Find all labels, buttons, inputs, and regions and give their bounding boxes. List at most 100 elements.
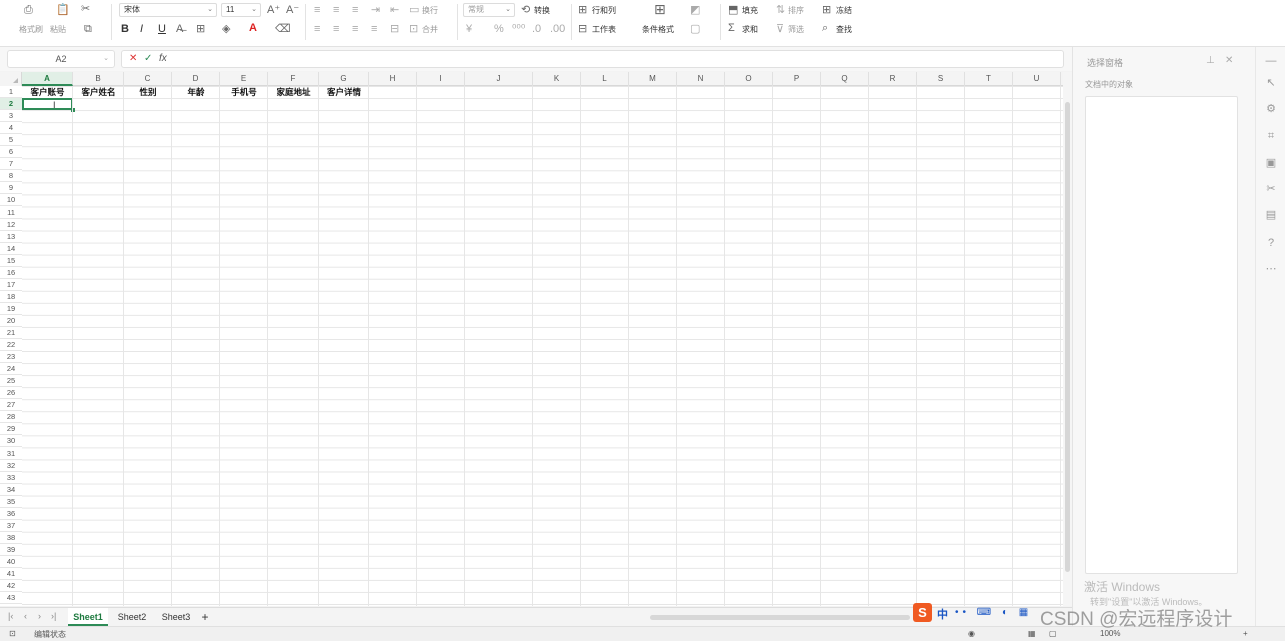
row-header[interactable]: 3 (0, 110, 22, 123)
column-header[interactable]: L (581, 72, 629, 86)
header-cell[interactable]: 家庭地址 (268, 86, 319, 98)
table-style-icon[interactable]: ▢ (690, 23, 700, 35)
cancel-icon[interactable]: ✕ (129, 53, 137, 64)
row-header[interactable]: 37 (0, 520, 22, 532)
strikethrough-icon[interactable]: A̶ (176, 23, 183, 35)
help-icon[interactable]: ? (1264, 237, 1278, 249)
cut-icon[interactable]: ✂ (81, 3, 90, 15)
wrap-label[interactable]: 换行 (422, 5, 438, 16)
column-header[interactable]: E (220, 72, 268, 86)
row-header[interactable]: 12 (0, 219, 22, 231)
row-header[interactable]: 33 (0, 472, 22, 484)
column-header[interactable]: O (725, 72, 773, 86)
row-header[interactable]: 22 (0, 339, 22, 352)
first-sheet-icon[interactable]: |‹ (8, 611, 13, 621)
font-size-select[interactable]: 11 ⌄ (221, 3, 261, 17)
ime-logo-icon[interactable]: S (913, 603, 932, 622)
column-header[interactable]: A (22, 72, 73, 86)
vertical-scrollbar[interactable] (1063, 72, 1072, 606)
conditional-format-label[interactable]: 条件格式 (642, 24, 674, 35)
selected-cell[interactable] (22, 98, 75, 112)
column-header[interactable]: I (417, 72, 465, 86)
row-header[interactable]: 34 (0, 484, 22, 496)
header-cell[interactable]: 客户详情 (319, 86, 369, 98)
row-header[interactable]: 24 (0, 363, 22, 376)
row-header[interactable]: 8 (0, 170, 22, 183)
font-color-icon[interactable]: A (249, 22, 257, 34)
increase-decimal-icon[interactable]: .0 (532, 23, 541, 35)
conditional-format-icon[interactable]: ⊞ (654, 2, 666, 16)
indent-icon[interactable]: ⇥ (371, 4, 380, 16)
border-icon[interactable]: ⊞ (196, 23, 205, 35)
adjust-icon[interactable]: ⚙ (1264, 103, 1278, 115)
column-header[interactable]: B (73, 72, 124, 86)
row-header[interactable]: 31 (0, 448, 22, 460)
pane-title[interactable]: 选择窗格 (1087, 56, 1123, 69)
merge-label[interactable]: 合并 (422, 24, 438, 35)
row-header[interactable]: 4 (0, 122, 22, 135)
sheet-tab[interactable]: Sheet1 (68, 608, 108, 626)
row-header[interactable]: 42 (0, 580, 22, 593)
align-bottom-icon[interactable]: ≡ (352, 4, 358, 16)
select-all-corner[interactable] (0, 72, 22, 86)
row-header[interactable]: 36 (0, 508, 22, 520)
row-header[interactable]: 39 (0, 544, 22, 556)
row-header[interactable]: 21 (0, 327, 22, 339)
filter-label[interactable]: 筛选 (788, 24, 804, 35)
worksheet-label[interactable]: 工作表 (592, 24, 616, 35)
underline-button[interactable]: U (158, 23, 166, 35)
outdent-icon[interactable]: ⇤ (390, 4, 399, 16)
row-header[interactable]: 15 (0, 255, 22, 267)
row-header[interactable]: 40 (0, 556, 22, 568)
paste-icon[interactable]: 📋 (56, 4, 70, 16)
wrap-icon[interactable]: ▭ (409, 4, 419, 16)
decrease-decimal-icon[interactable]: .00 (550, 23, 565, 35)
last-sheet-icon[interactable]: ›| (51, 611, 56, 621)
objects-list[interactable] (1085, 96, 1238, 574)
freeze-icon[interactable]: ⊞ (822, 4, 831, 16)
sum-icon[interactable]: Σ (728, 22, 735, 34)
decrease-font-icon[interactable]: A⁻ (286, 4, 299, 16)
ime-language[interactable]: 中 (937, 606, 948, 622)
currency-icon[interactable]: ¥ (466, 23, 472, 35)
row-header[interactable]: 9 (0, 182, 22, 195)
find-label[interactable]: 查找 (836, 24, 852, 35)
row-header[interactable]: 35 (0, 496, 22, 508)
row-header[interactable]: 27 (0, 399, 22, 412)
row-header[interactable]: 25 (0, 375, 22, 388)
align-left-icon[interactable]: ≡ (314, 23, 320, 35)
column-header[interactable]: H (369, 72, 417, 86)
sheet-tab[interactable]: Sheet2 (112, 608, 152, 626)
row-header[interactable]: 16 (0, 267, 22, 279)
row-header[interactable]: 23 (0, 351, 22, 364)
row-header[interactable]: 29 (0, 423, 22, 436)
row-header[interactable]: 18 (0, 291, 22, 303)
header-cell[interactable]: 手机号 (220, 86, 268, 98)
more-icon[interactable]: ⋯ (1264, 263, 1278, 275)
prev-sheet-icon[interactable]: ‹ (24, 611, 27, 621)
scroll-thumb[interactable] (1065, 102, 1070, 572)
distribute-icon[interactable]: ⊟ (390, 23, 399, 35)
tools-icon[interactable]: ✂ (1264, 183, 1278, 195)
row-header[interactable]: 6 (0, 146, 22, 159)
row-header[interactable]: 1 (0, 86, 22, 98)
align-top-icon[interactable]: ≡ (314, 4, 320, 16)
column-header[interactable]: S (917, 72, 965, 86)
zoom-in-icon[interactable]: + (1243, 629, 1248, 638)
row-header[interactable]: 7 (0, 158, 22, 171)
increase-font-icon[interactable]: A⁺ (267, 4, 280, 16)
find-icon[interactable]: ⌕ (822, 22, 828, 34)
row-col-icon[interactable]: ⊞ (578, 4, 587, 16)
add-sheet-button[interactable]: + (198, 608, 212, 626)
row-header[interactable]: 26 (0, 387, 22, 400)
name-box[interactable]: A2 ⌄ (7, 50, 115, 68)
cell-style-icon[interactable]: ◩ (690, 4, 700, 16)
number-format-select[interactable]: 常规 ⌄ (463, 3, 515, 17)
copy-icon[interactable]: ⧉ (84, 23, 92, 35)
eye-icon[interactable]: ◉ (968, 629, 975, 638)
bold-button[interactable]: B (121, 23, 129, 35)
row-header[interactable]: 41 (0, 568, 22, 580)
sort-icon[interactable]: ⇅ (776, 4, 785, 16)
formula-input[interactable]: ✕ ✓ fx (121, 50, 1064, 68)
pointer-icon[interactable]: ↖ (1264, 77, 1278, 89)
